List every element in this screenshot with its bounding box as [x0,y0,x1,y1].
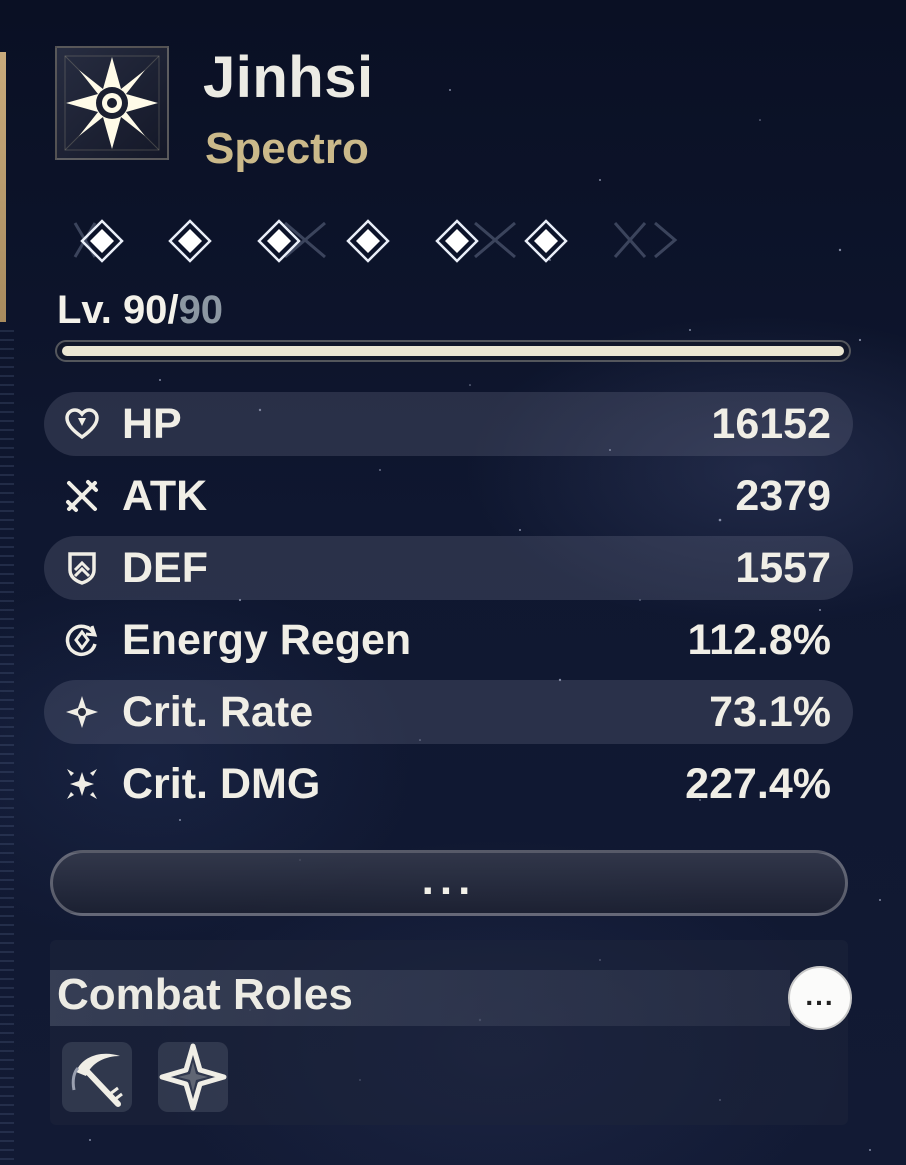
shield-icon [68,552,96,585]
stat-value: 2379 [735,472,831,520]
stat-label: HP [122,400,182,448]
stat-row-crit-dmg: Crit. DMG 227.4% [44,752,853,816]
sequence-node-3[interactable] [257,219,301,263]
level-max: 90 [178,288,224,332]
sequence-nodes [55,205,685,275]
stat-label: Crit. DMG [122,760,321,808]
stat-row-crit-rate: Crit. Rate 73.1% [44,680,853,744]
stat-value: 227.4% [685,760,831,808]
combat-roles-more-button[interactable]: ... [788,966,852,1030]
level-progress-fill [62,346,844,356]
crit-rate-icon [66,696,98,728]
active-indicator-bar [0,52,6,322]
more-stats-label: ... [421,855,477,904]
more-stats-button[interactable]: ... [50,850,848,916]
spectro-icon [55,46,169,160]
combat-roles-more-label: ... [805,980,835,1011]
crit-dmg-icon [67,769,97,799]
character-name: Jinhsi [203,45,374,110]
sequence-node-5[interactable] [435,219,479,263]
level-current: 90 [122,288,168,332]
stat-label: Crit. Rate [122,688,314,736]
sequence-node-6[interactable] [524,219,568,263]
stat-row-energy-regen: Energy Regen 112.8% [44,608,853,672]
heart-icon [65,408,99,440]
character-element: Spectro [205,124,369,173]
crossed-swords-icon [66,480,98,512]
level-prefix: Lv. [57,288,123,332]
level-separator: / [167,288,179,332]
side-decoration [0,330,14,1165]
level-label: Lv. 90/90 [57,288,223,333]
stat-value: 112.8% [687,616,831,664]
energy-regen-icon [65,624,98,657]
stat-value: 1557 [735,544,831,592]
stat-label: ATK [122,472,208,520]
sequence-node-2[interactable] [168,219,212,263]
stat-value: 16152 [711,400,831,448]
stat-value: 73.1% [709,688,831,736]
stat-row-hp: HP 16152 [44,392,853,456]
sequence-node-1[interactable] [80,219,124,263]
sickle-blade-icon[interactable] [62,1042,132,1112]
stat-row-atk: ATK 2379 [44,464,853,528]
stat-label: DEF [122,544,208,592]
combat-roles-title: Combat Roles [57,970,353,1019]
stat-row-def: DEF 1557 [44,536,853,600]
four-point-star-icon[interactable] [158,1042,228,1112]
level-progress-bar [55,340,851,362]
sequence-node-4[interactable] [346,219,390,263]
stat-label: Energy Regen [122,616,412,664]
